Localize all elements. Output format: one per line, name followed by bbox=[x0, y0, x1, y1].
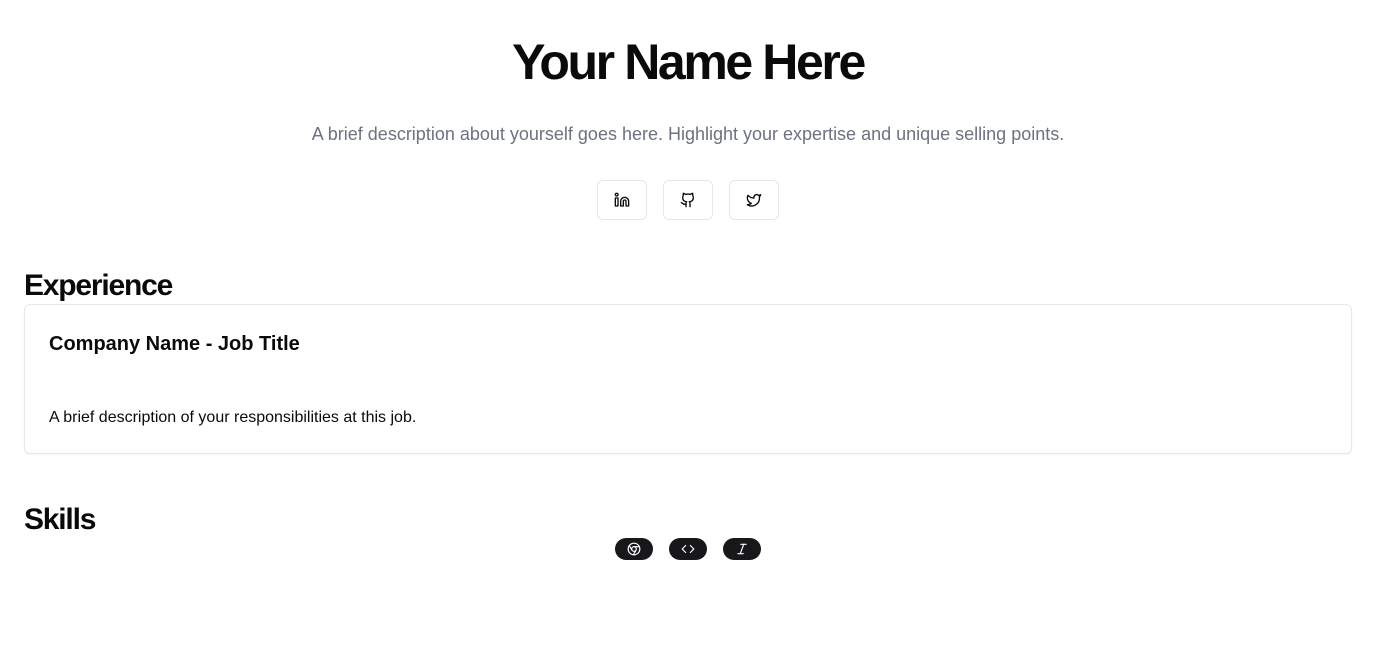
experience-heading: Experience bbox=[24, 269, 173, 302]
skill-badge-chrome bbox=[615, 538, 653, 560]
twitter-button[interactable] bbox=[729, 180, 779, 220]
skill-badge-italic bbox=[723, 538, 761, 560]
code-icon bbox=[681, 544, 695, 554]
skills-list bbox=[615, 538, 761, 560]
experience-item-description: A brief description of your responsibili… bbox=[49, 409, 417, 426]
skill-badge-code bbox=[669, 538, 707, 560]
social-links bbox=[597, 180, 779, 220]
github-button[interactable] bbox=[663, 180, 713, 220]
hero-description: A brief description about yourself goes … bbox=[311, 124, 1065, 144]
experience-card: Company Name - Job Title A brief descrip… bbox=[24, 304, 1352, 454]
experience-item-title: Company Name - Job Title bbox=[49, 333, 300, 355]
twitter-icon bbox=[746, 194, 762, 207]
italic-icon bbox=[737, 543, 747, 555]
hero-name: Your Name Here bbox=[512, 34, 866, 90]
linkedin-button[interactable] bbox=[597, 180, 647, 220]
linkedin-icon bbox=[614, 192, 630, 207]
portfolio-page: Your Name Here A brief description about… bbox=[0, 0, 1376, 648]
skills-heading: Skills bbox=[24, 503, 96, 536]
chrome-icon bbox=[627, 542, 641, 556]
github-icon bbox=[680, 192, 695, 208]
